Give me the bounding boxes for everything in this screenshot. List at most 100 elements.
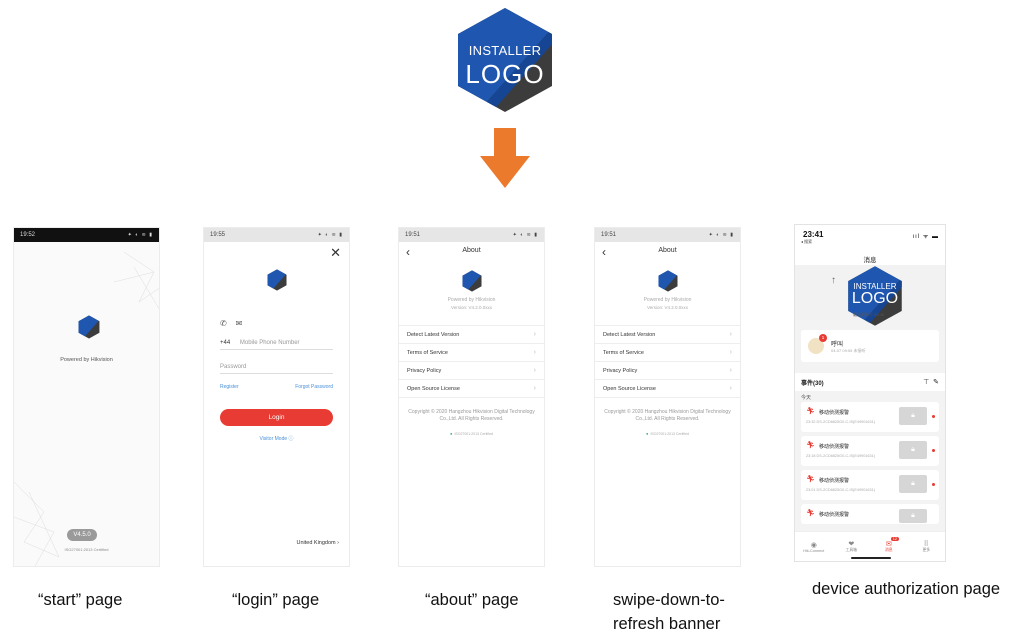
event-row[interactable]: 🏃︎ 移动侦测报警 23:32 DS-2CD6825G0-C-IS(E49901… (801, 402, 939, 432)
motion-alarm-icon: 🏃︎ (806, 442, 815, 449)
menu-item-label: Detect Latest Version (407, 331, 460, 338)
version-text: Version: V4.2.0.0xxx (450, 305, 493, 310)
page-title: About (462, 247, 481, 254)
powered-by-text: Powered by Hikvision (60, 357, 113, 363)
chevron-right-icon: › (729, 385, 732, 392)
event-row[interactable]: 🏃︎ 移动侦测报警 23:01 DS-2CD6825G0-C-IS(E49901… (801, 470, 939, 500)
phone-number-field[interactable]: +44 Mobile Phone Number (220, 340, 333, 350)
chevron-right-icon: › (533, 385, 536, 392)
caption-login-page: “login” page (232, 591, 320, 609)
tab-label: 消息 (884, 548, 893, 552)
menu-item-label: Open Source License (407, 385, 460, 392)
hexagon-logo-shape (658, 270, 678, 292)
about-page-screen: 19:51 ✦ ◐ ≋ ▮ ‹ About Powered by Hikvisi… (398, 227, 545, 567)
chevron-right-icon: › (337, 540, 339, 546)
event-title: 移动侦测报警 (819, 512, 850, 518)
events-title: 事件(30) (801, 380, 824, 387)
nav-bar: ‹ About (595, 242, 740, 264)
event-title: 移动侦测报警 (819, 410, 850, 416)
help-icon[interactable]: ⓘ (289, 436, 294, 442)
page-title: 消息 (863, 257, 877, 264)
register-link[interactable]: Register (220, 384, 239, 390)
status-time: 19:51 (601, 232, 617, 238)
event-subtitle: 23:32 DS-2CD6825G0-C-IS(E49901631) (806, 420, 876, 424)
forgot-password-link[interactable]: Forgot Password (295, 384, 333, 390)
unread-dot (932, 415, 935, 418)
installer-logo-large: INSTALLER LOGO (456, 6, 554, 114)
tab-more[interactable]: ⠿ 更多 (911, 540, 941, 553)
tab-label: 工具箱 (845, 548, 857, 552)
login-links: Register Forgot Password (220, 384, 333, 390)
region-label[interactable]: United Kingdom (296, 540, 335, 546)
chevron-right-icon: › (533, 349, 536, 356)
event-subtitle: 23:01 DS-2CD6825G0-C-IS(E49901631) (806, 488, 876, 492)
installer-logo-small (658, 270, 678, 292)
tab-toolbox[interactable]: ❤ 工具箱 (836, 540, 866, 553)
edit-icon[interactable]: ✎ (933, 379, 939, 386)
message-badge: 12 (890, 537, 899, 541)
status-icons: ✦ ◐ ≋ ▮ (512, 232, 538, 238)
filter-icon[interactable]: ⊤ (923, 379, 929, 386)
menu-item-privacy[interactable]: Privacy Policy › (595, 362, 740, 380)
menu-item-terms[interactable]: Terms of Service › (399, 344, 544, 362)
about-menu: Detect Latest Version › Terms of Service ›… (399, 325, 544, 398)
status-time: 19:52 (20, 232, 36, 238)
phone-placeholder: Mobile Phone Number (239, 340, 300, 346)
status-icons: ✦ ◐ ≋ ▮ (127, 232, 153, 238)
menu-item-detect-version[interactable]: Detect Latest Version › (595, 326, 740, 344)
status-icons: ııl ᯤ ▬ (912, 234, 939, 240)
status-icons: ✦ ◐ ≋ ▮ (708, 232, 734, 238)
hexagon-logo-shape (462, 270, 482, 292)
caption-device-authorization: device authorization page (812, 580, 1001, 598)
event-subtitle: 23:18 DS-2CD6825G0-C-IS(E49901631) (806, 454, 876, 458)
motion-alarm-icon: 🏃︎ (806, 476, 815, 483)
back-to-search-link[interactable]: ◂ 搜索 (801, 239, 812, 245)
menu-item-label: Terms of Service (407, 349, 448, 356)
caption-start-page: “start” page (38, 591, 123, 609)
menu-item-label: Privacy Policy (407, 367, 442, 374)
menu-item-terms[interactable]: Terms of Service › (595, 344, 740, 362)
tab-hik-connect[interactable]: ◉ Hik-Connect (799, 541, 829, 553)
version-badge: V4.5.0 (67, 529, 97, 541)
about-menu: Detect Latest Version › Terms of Service ›… (595, 325, 740, 398)
lock-icon[interactable]: 🔒︎ (899, 475, 927, 493)
menu-item-label: Detect Latest Version (603, 331, 656, 338)
chevron-right-icon: › (729, 331, 732, 338)
menu-item-open-source[interactable]: Open Source License › (595, 380, 740, 398)
logo-text-installer: INSTALLER (468, 43, 542, 58)
events-header: 事件(30) ⊤ ✎ (795, 373, 945, 391)
menu-item-label: Privacy Policy (603, 367, 638, 374)
menu-item-detect-version[interactable]: Detect Latest Version › (399, 326, 544, 344)
lock-icon[interactable]: 🔒︎ (899, 509, 927, 523)
status-icons: ✦ ◐ ≋ ▮ (317, 232, 343, 238)
email-icon[interactable]: ✉ (236, 319, 243, 328)
menu-item-open-source[interactable]: Open Source License › (399, 380, 544, 398)
motion-alarm-icon: 🏃︎ (806, 408, 815, 415)
page-title: About (658, 247, 677, 254)
password-field[interactable]: Password (220, 364, 333, 374)
visitor-mode-label[interactable]: Visitor Mode (259, 436, 287, 442)
chevron-right-icon: › (533, 367, 536, 374)
close-icon[interactable]: ✕ (330, 245, 341, 261)
phone-icon[interactable]: ✆ (220, 319, 227, 328)
tab-messages[interactable]: ✉ 12 消息 (874, 537, 904, 553)
menu-item-privacy[interactable]: Privacy Policy › (399, 362, 544, 380)
installer-logo-small (267, 269, 287, 291)
hexagon-logo-shape (267, 269, 287, 291)
login-button[interactable]: Login (220, 409, 333, 426)
lock-icon[interactable]: 🔒︎ (899, 441, 927, 459)
message-icon: ✉ (885, 541, 892, 548)
country-code[interactable]: +44 (220, 340, 230, 346)
event-row[interactable]: 🏃︎ 移动侦测报警 23:18 DS-2CD6825G0-C-IS(E49901… (801, 436, 939, 466)
visitor-mode-link[interactable]: Visitor Mode ⓘ (204, 435, 349, 442)
unread-dot (932, 483, 935, 486)
region-selector[interactable]: United Kingdom › (296, 540, 339, 546)
tab-label: 更多 (922, 548, 931, 552)
home-indicator (851, 557, 891, 559)
event-row[interactable]: 🏃︎ 移动侦测报警 🔒︎ (801, 504, 939, 524)
status-bar: 19:51 ✦ ◐ ≋ ▮ (399, 228, 544, 242)
login-method-icons: ✆ ✉ (220, 319, 242, 328)
lock-icon[interactable]: 🔒︎ (899, 407, 927, 425)
status-time: 19:55 (210, 232, 226, 238)
call-card[interactable]: 1 呼叫 04-07 09:55 未接听 (801, 330, 939, 362)
